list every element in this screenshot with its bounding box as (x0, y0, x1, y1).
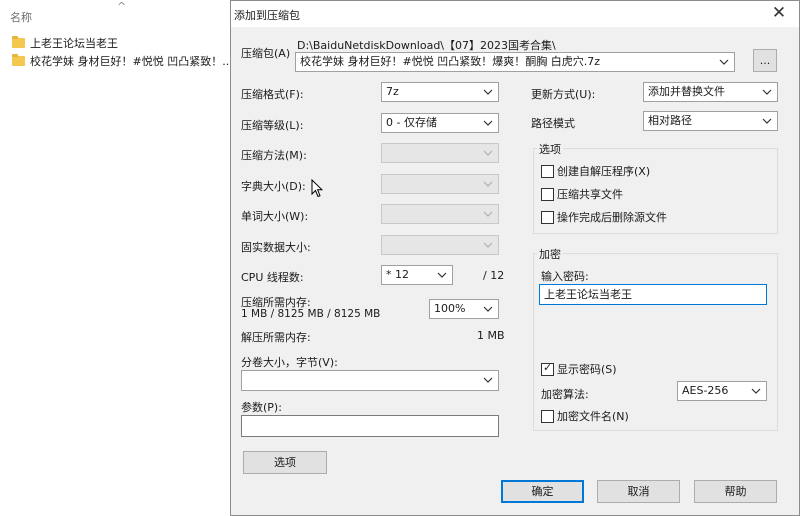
solid-block-select[interactable] (381, 235, 499, 255)
checkbox-box[interactable] (541, 409, 554, 423)
level-value: 0 - 仅存储 (386, 116, 437, 129)
archive-path: D:\BaiduNetdiskDownload\【07】2023国考合集\ (297, 39, 556, 52)
chevron-down-icon (483, 205, 495, 223)
password-input[interactable]: 上老王论坛当老王 (539, 284, 767, 305)
options-button[interactable]: 选项 (243, 451, 327, 474)
encrypt-names-checkbox[interactable]: 加密文件名(N) (541, 408, 629, 424)
chevron-down-icon (483, 236, 495, 254)
cancel-button[interactable]: 取消 (597, 480, 680, 503)
archive-label: 压缩包(A) (241, 47, 291, 60)
close-icon[interactable]: ✕ (767, 2, 791, 24)
sfx-label: 创建自解压程序(X) (557, 165, 651, 178)
chevron-down-icon[interactable] (483, 114, 495, 132)
path-mode-select[interactable]: 相对路径 (643, 111, 778, 131)
level-label: 压缩等级(L): (241, 119, 304, 132)
split-size-label: 分卷大小，字节(V): (241, 356, 338, 369)
checkbox-box[interactable] (541, 361, 554, 376)
parameters-label: 参数(P): (241, 401, 282, 414)
memory-percent-select[interactable]: 100% (429, 299, 499, 319)
format-value: 7z (386, 85, 399, 98)
mouse-cursor-icon (311, 178, 324, 201)
chevron-down-icon (483, 175, 495, 193)
shared-files-label: 压缩共享文件 (557, 188, 623, 201)
memory-value: 1 MB / 8125 MB / 8125 MB (241, 308, 381, 320)
chevron-down-icon[interactable] (483, 300, 495, 318)
decompress-memory-value: 1 MB (477, 329, 505, 342)
sfx-checkbox[interactable]: 创建自解压程序(X) (541, 163, 650, 179)
update-mode-select[interactable]: 添加并替换文件 (643, 82, 778, 102)
word-size-label: 单词大小(W): (241, 210, 309, 223)
encryption-method-value: AES-256 (682, 384, 729, 397)
ok-button[interactable]: 确定 (501, 480, 584, 503)
decompress-memory-label: 解压所需内存: (241, 331, 311, 344)
sort-arrow-icon[interactable]: ^ (117, 0, 126, 13)
chevron-down-icon[interactable] (483, 371, 495, 389)
chevron-down-icon[interactable] (483, 83, 495, 101)
file-list-item[interactable]: 上老王论坛当老王 (12, 34, 118, 52)
path-mode-label: 路径模式 (531, 117, 575, 130)
options-group-title: 选项 (537, 141, 563, 157)
split-size-combo[interactable] (241, 370, 499, 391)
path-mode-value: 相对路径 (648, 114, 692, 127)
show-password-label: 显示密码(S) (557, 363, 617, 376)
method-label: 压缩方法(M): (241, 149, 307, 162)
column-header-name[interactable]: 名称 (10, 9, 32, 25)
solid-block-label: 固实数据大小: (241, 241, 311, 254)
encryption-method-select[interactable]: AES-256 (677, 381, 767, 401)
folder-icon (12, 54, 25, 66)
title-bar[interactable]: 添加到压缩包 ✕ (231, 1, 799, 27)
word-size-select[interactable] (381, 204, 499, 224)
cpu-threads-total: / 12 (483, 269, 505, 282)
memory-percent-value: 100% (434, 302, 466, 315)
format-label: 压缩格式(F): (241, 88, 304, 101)
encryption-method-label: 加密算法: (541, 388, 589, 401)
format-select[interactable]: 7z (381, 82, 499, 102)
update-mode-label: 更新方式(U): (531, 88, 596, 101)
file-explorer-pane: ^ 名称 上老王论坛当老王 校花学妹 身材巨好！#悦悦 凹凸紧致！... (0, 0, 233, 516)
archive-name-value: 校花学妹 身材巨好！#悦悦 凹凸紧致！爆爽！酮胸 白虎穴.7z (300, 55, 600, 68)
cpu-threads-value: * 12 (386, 268, 409, 281)
shared-files-checkbox[interactable]: 压缩共享文件 (541, 186, 623, 202)
checkbox-box[interactable] (541, 210, 554, 224)
file-name: 校花学妹 身材巨好！#悦悦 凹凸紧致！... (30, 55, 233, 68)
checkbox-box[interactable] (541, 164, 554, 178)
chevron-down-icon[interactable] (762, 112, 774, 130)
cpu-threads-label: CPU 线程数: (241, 271, 304, 284)
update-mode-value: 添加并替换文件 (648, 85, 725, 98)
cpu-threads-select[interactable]: * 12 (381, 265, 453, 285)
show-password-checkbox[interactable]: 显示密码(S) (541, 361, 617, 377)
checkbox-box[interactable] (541, 187, 554, 201)
file-name: 上老王论坛当老王 (30, 37, 118, 50)
file-list-item[interactable]: 校花学妹 身材巨好！#悦悦 凹凸紧致！... (12, 52, 233, 70)
folder-icon (12, 36, 25, 48)
chevron-down-icon[interactable] (751, 382, 763, 400)
password-label: 输入密码: (541, 270, 589, 283)
chevron-down-icon (483, 144, 495, 162)
encrypt-names-label: 加密文件名(N) (557, 410, 629, 423)
level-select[interactable]: 0 - 仅存储 (381, 113, 499, 133)
chevron-down-icon[interactable] (437, 266, 449, 284)
dialog-title: 添加到压缩包 (234, 9, 300, 22)
help-button[interactable]: 帮助 (694, 480, 777, 503)
chevron-down-icon[interactable] (762, 83, 774, 101)
add-to-archive-dialog: 添加到压缩包 ✕ 压缩包(A) D:\BaiduNetdiskDownload\… (230, 0, 800, 516)
method-select[interactable] (381, 143, 499, 163)
delete-after-label: 操作完成后删除源文件 (557, 211, 667, 224)
chevron-down-icon[interactable] (719, 53, 731, 71)
delete-after-checkbox[interactable]: 操作完成后删除源文件 (541, 209, 667, 225)
archive-name-combo[interactable]: 校花学妹 身材巨好！#悦悦 凹凸紧致！爆爽！酮胸 白虎穴.7z (295, 52, 735, 72)
browse-button[interactable]: ... (753, 49, 777, 72)
dictionary-label: 字典大小(D): (241, 180, 306, 193)
parameters-input[interactable] (241, 415, 499, 437)
dictionary-select[interactable] (381, 174, 499, 194)
encryption-group-title: 加密 (537, 246, 563, 262)
